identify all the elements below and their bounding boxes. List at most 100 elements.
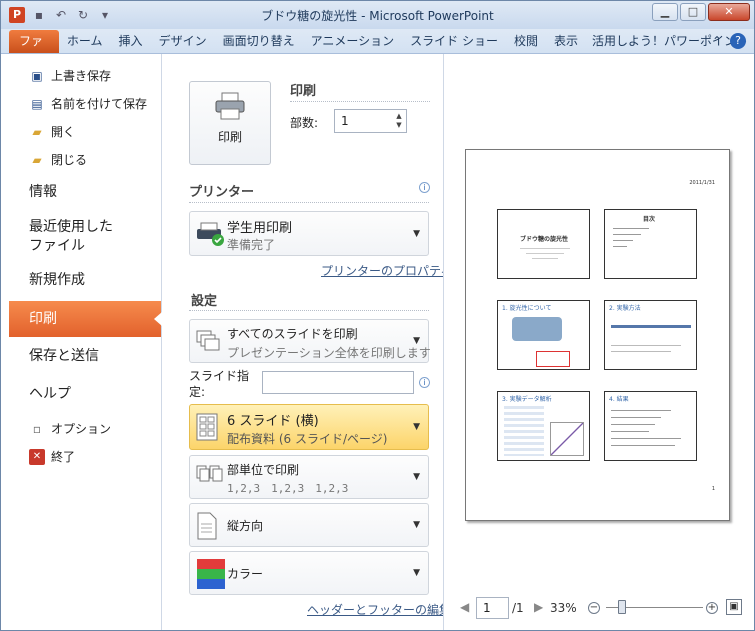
spinner-arrows-icon[interactable]: ▲ ▼	[394, 112, 404, 130]
slide-title: 3. 実験データ解析	[502, 396, 552, 403]
slide-text-line	[520, 248, 570, 249]
slide-text-line	[613, 234, 641, 235]
nav-help[interactable]: ヘルプ	[29, 385, 71, 404]
slides-input[interactable]	[262, 371, 414, 394]
close-folder-icon: ▰	[32, 152, 42, 167]
tab-file[interactable]: ファイル	[9, 30, 59, 71]
nav-save-send[interactable]: 保存と送信	[29, 347, 99, 366]
slide-title: 2. 実験方法	[609, 305, 641, 312]
tab-slide-show[interactable]: スライド ショー	[402, 30, 506, 53]
printer-divider	[189, 202, 429, 203]
minimize-button[interactable]: ▁	[652, 3, 678, 21]
preview-slide-1: ブドウ糖の旋光性	[497, 209, 590, 279]
six-slides-icon	[196, 413, 218, 441]
header-footer-link[interactable]: ヘッダーとフッターの編集	[307, 601, 451, 618]
color-dropdown[interactable]: カラー ▼	[189, 551, 429, 595]
zoom-to-page-icon[interactable]: ▣	[726, 599, 742, 615]
nav-info[interactable]: 情報	[29, 183, 57, 202]
zoom-in-icon[interactable]: +	[706, 602, 718, 614]
preview-navigation: ◀ 1 /1 ▶ 33% − + ▣	[444, 594, 754, 624]
slide-title: 4. 結果	[609, 396, 629, 403]
collate-title: 部単位で印刷	[227, 463, 300, 477]
portrait-icon	[197, 512, 217, 540]
slide-title: ブドウ糖の旋光性	[520, 236, 569, 243]
open-label: 開く	[51, 125, 76, 139]
nav-recent[interactable]: 最近使用した ファイル	[29, 218, 113, 256]
save-label: 上書き保存	[51, 69, 112, 83]
previous-page-icon[interactable]: ◀	[460, 600, 469, 614]
print-range-dropdown[interactable]: すべてのスライドを印刷 プレゼンテーション全体を印刷します ▼	[189, 319, 431, 363]
slide-text-line	[526, 253, 564, 254]
minimize-ribbon-icon[interactable]: ⌃	[712, 34, 722, 48]
window-title: ブドウ糖の旋光性 - Microsoft PowerPoint	[261, 9, 494, 23]
ribbon-right-controls: ⌃ ?	[712, 33, 746, 49]
slide-text-line	[611, 424, 655, 425]
zoom-level: 33%	[550, 601, 577, 615]
preview-slide-4: 2. 実験方法	[604, 300, 697, 370]
tab-animations[interactable]: アニメーション	[303, 30, 403, 53]
page-number-input[interactable]: 1	[476, 597, 509, 619]
printer-properties-link[interactable]: プリンターのプロパティ	[321, 262, 452, 279]
slide-text-line	[611, 351, 671, 352]
open-command[interactable]: ▰ 開く	[29, 123, 75, 140]
slide-text-line	[611, 445, 675, 446]
save-command[interactable]: ▣ 上書き保存	[29, 67, 111, 84]
title-bar: P ▪ ↶ ↻ ▾ ブドウ糖の旋光性 - Microsoft PowerPoin…	[1, 1, 754, 29]
all-slides-icon	[196, 330, 220, 351]
tab-design[interactable]: デザイン	[151, 30, 215, 53]
page-total: /1	[512, 601, 524, 615]
save-as-command[interactable]: ▤ 名前を付けて保存	[29, 95, 147, 112]
printer-dropdown[interactable]: 学生用印刷 準備完了 ▼	[189, 211, 429, 256]
tab-home[interactable]: ホーム	[59, 30, 111, 53]
layout-dropdown[interactable]: 6 スライド (横) 配布資料 (6 スライド/ページ) ▼	[189, 404, 429, 450]
preview-page-number: 1	[711, 486, 715, 492]
chevron-down-icon: ▼	[413, 336, 420, 346]
close-command[interactable]: ▰ 閉じる	[29, 151, 87, 168]
collate-dropdown[interactable]: 部単位で印刷 1,2,3 1,2,3 1,2,3 ▼	[189, 455, 429, 499]
settings-divider	[189, 310, 429, 311]
tab-insert[interactable]: 挿入	[111, 30, 151, 53]
save-icon: ▣	[31, 68, 43, 83]
options-label: オプション	[51, 422, 112, 436]
print-section-title: 印刷	[290, 84, 317, 99]
tab-view[interactable]: 表示	[546, 30, 586, 53]
exit-command[interactable]: ✕ 終了	[29, 448, 75, 465]
window-controls: ▁ □ ✕	[652, 3, 750, 21]
print-range-title: すべてのスライドを印刷	[227, 327, 358, 341]
maximize-button[interactable]: □	[680, 3, 706, 21]
orientation-dropdown[interactable]: 縦方向 ▼	[189, 503, 429, 547]
print-preview: 2011/1/31 ブドウ糖の旋光性 目次 1. 旋光性について 2. 実験方法…	[443, 54, 754, 630]
next-page-icon[interactable]: ▶	[534, 600, 543, 614]
copies-spinner[interactable]: 1 ▲ ▼	[334, 109, 407, 133]
slides-label-line2: 定:	[189, 385, 206, 399]
close-window-button[interactable]: ✕	[708, 3, 750, 21]
help-icon[interactable]: ?	[730, 33, 746, 49]
slides-label: スライド指 定:	[189, 368, 249, 400]
slide-text-line	[611, 417, 661, 418]
print-button[interactable]: 印刷	[189, 81, 271, 165]
save-as-label: 名前を付けて保存	[51, 97, 148, 111]
settings-header: 設定	[191, 294, 218, 309]
chevron-down-icon: ▼	[413, 520, 420, 530]
printer-header: プリンター	[189, 185, 255, 200]
exit-icon: ✕	[29, 448, 45, 465]
chevron-down-icon: ▼	[413, 568, 420, 578]
tab-transitions[interactable]: 画面切り替え	[215, 30, 303, 53]
nav-new[interactable]: 新規作成	[29, 271, 85, 290]
nav-print-selected[interactable]: 印刷	[9, 301, 162, 337]
zoom-out-icon[interactable]: −	[588, 602, 600, 614]
data-table-image	[504, 406, 544, 456]
zoom-slider-thumb[interactable]	[618, 600, 626, 614]
options-icon: ▫	[32, 421, 42, 436]
copies-value: 1	[341, 114, 349, 128]
powerpoint-window: P ▪ ↶ ↻ ▾ ブドウ糖の旋光性 - Microsoft PowerPoin…	[0, 0, 755, 631]
slides-info-icon[interactable]: i	[419, 377, 430, 388]
options-command[interactable]: ▫ オプション	[29, 420, 111, 437]
slide-text-line	[613, 240, 633, 241]
orientation-label: 縦方向	[227, 519, 264, 533]
printer-info-icon[interactable]: i	[419, 182, 430, 193]
chevron-down-icon: ▼	[413, 422, 420, 432]
color-label: カラー	[227, 567, 264, 581]
exit-label: 終了	[51, 450, 76, 464]
tab-review[interactable]: 校閲	[506, 30, 546, 53]
